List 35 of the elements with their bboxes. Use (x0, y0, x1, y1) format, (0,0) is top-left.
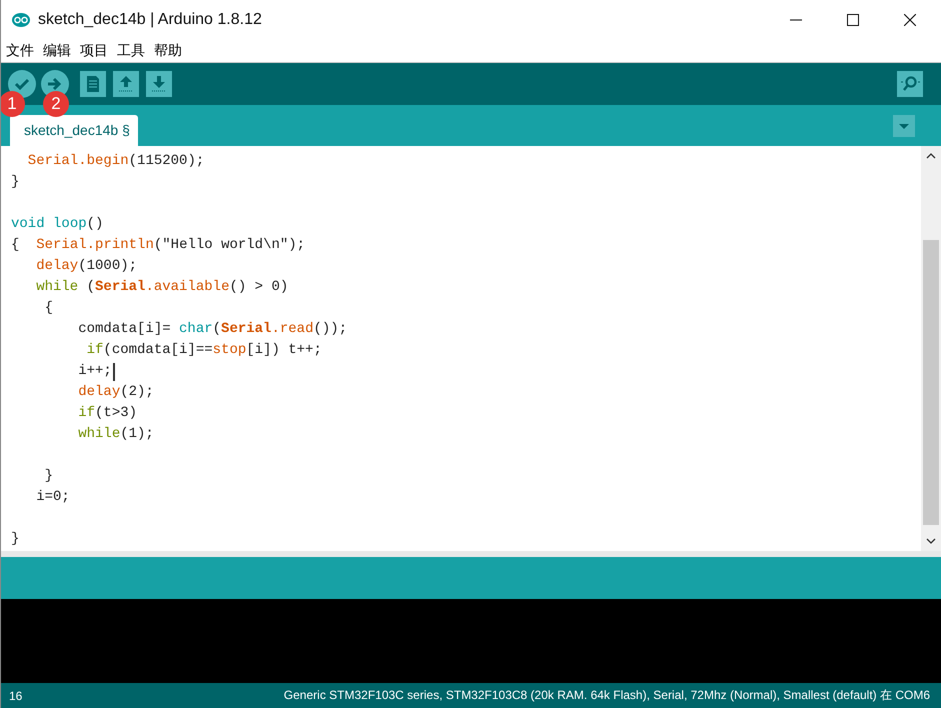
menu-item[interactable]: 编辑 (43, 42, 71, 60)
code-line: while (Serial.available() > 0) (35, 278, 288, 297)
code-line: if(t>3) (77, 404, 138, 423)
serial-monitor-icon[interactable] (897, 71, 923, 97)
maximize-icon[interactable] (847, 14, 859, 26)
menu-item[interactable]: 帮助 (154, 42, 182, 60)
code-line: } (44, 467, 54, 486)
code-line: delay(1000); (35, 257, 138, 276)
menu-item[interactable]: 项目 (80, 42, 108, 60)
menu-item[interactable]: 文件 (6, 42, 34, 60)
scroll-down-icon[interactable] (926, 538, 936, 544)
code-line: } (11, 530, 20, 549)
scrollbar[interactable] (921, 146, 941, 551)
code-line: { (44, 299, 54, 318)
code-line: void loop() (11, 215, 104, 234)
line-number: 16 (9, 688, 22, 702)
code-line: i=0; (35, 488, 70, 507)
code-line: comdata[i]= char(Serial.read()); (77, 320, 348, 339)
code-line: if(comdata[i]==stop[i]) t++; (86, 341, 322, 360)
new-file-icon[interactable] (80, 71, 106, 97)
code-line: Serial.begin(115200); (26, 152, 204, 171)
sketch-tab[interactable]: sketch_dec14b § (10, 115, 138, 146)
app-logo-icon (12, 13, 30, 27)
close-icon[interactable] (904, 14, 916, 26)
code-line: while(1); (77, 425, 154, 444)
menu-item[interactable]: 工具 (117, 42, 145, 60)
code-line: } (11, 173, 20, 192)
dropdown-caret-icon[interactable] (893, 114, 915, 136)
window-title: sketch_dec14b | Arduino 1.8.12 (38, 11, 262, 29)
text-cursor (112, 362, 115, 380)
code-line: delay(2); (77, 383, 154, 402)
board-info: Generic STM32F103C series, STM32F103C8 (20k RAM. 64k Flash), Serial, 72Mhz (Normal), Smallest (default) 在 COM6 (284, 687, 930, 704)
scroll-up-icon[interactable] (926, 153, 936, 159)
code-line: i++; (77, 362, 112, 381)
code-line: { Serial.println("Hello world\n"); (11, 236, 306, 255)
